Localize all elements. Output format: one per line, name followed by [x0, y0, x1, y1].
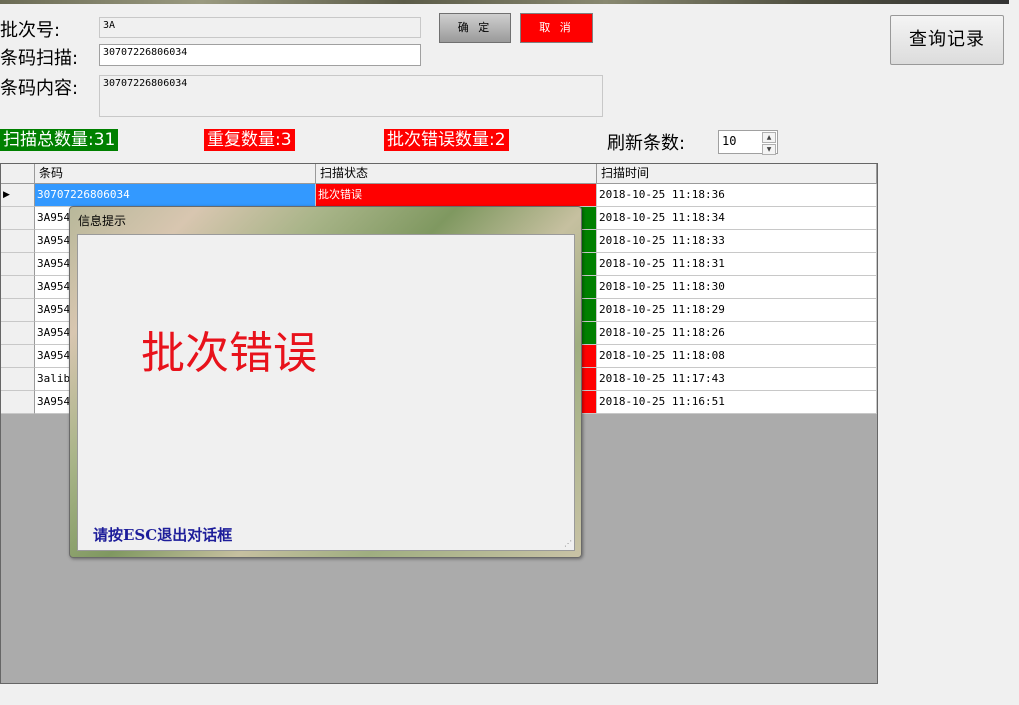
cell-time[interactable]: 2018-10-25 11:18:08: [597, 345, 877, 368]
row-header-corner: [1, 164, 35, 183]
cell-time[interactable]: 2018-10-25 11:17:43: [597, 368, 877, 391]
cell-time[interactable]: 2018-10-25 11:18:26: [597, 322, 877, 345]
window-bottom-strip: [0, 685, 1019, 705]
window-top-strip: [0, 0, 1009, 4]
row-header[interactable]: [1, 276, 35, 299]
refresh-count-label: 刷新条数:: [607, 133, 686, 154]
batch-error-count: 批次错误数量:2: [384, 129, 509, 151]
barcode-scan-input[interactable]: 30707226806034: [99, 44, 421, 66]
barcode-content-field[interactable]: 30707226806034: [99, 75, 603, 117]
table-row[interactable]: ▶ 30707226806034 批次错误 2018-10-25 11:18:36: [1, 184, 877, 207]
cell-barcode[interactable]: 30707226806034: [35, 184, 316, 207]
total-scan-count: 扫描总数量:31: [0, 129, 119, 151]
cell-time[interactable]: 2018-10-25 11:18:30: [597, 276, 877, 299]
resize-grip-icon[interactable]: ⋰: [564, 540, 572, 548]
row-header[interactable]: [1, 299, 35, 322]
cell-status[interactable]: 批次错误: [316, 184, 597, 207]
duplicate-count: 重复数量:3: [204, 129, 295, 151]
column-header-barcode[interactable]: 条码: [35, 164, 316, 183]
row-header[interactable]: [1, 391, 35, 414]
row-header[interactable]: [1, 207, 35, 230]
content-label: 条码内容:: [0, 78, 79, 99]
row-header[interactable]: [1, 253, 35, 276]
refresh-count-stepper[interactable]: 10 ▲ ▼: [718, 130, 778, 155]
cell-time[interactable]: 2018-10-25 11:18:34: [597, 207, 877, 230]
row-header[interactable]: [1, 322, 35, 345]
cell-time[interactable]: 2018-10-25 11:16:51: [597, 391, 877, 414]
batch-label: 批次号:: [0, 20, 61, 41]
row-header[interactable]: [1, 230, 35, 253]
dialog-hint: 请按ESC退出对话框: [93, 526, 233, 544]
dialog-message: 批次错误: [141, 328, 317, 379]
column-header-status[interactable]: 扫描状态: [316, 164, 597, 183]
confirm-button[interactable]: 确 定: [439, 13, 511, 43]
row-header[interactable]: ▶: [1, 184, 35, 207]
batch-field[interactable]: 3A: [99, 17, 421, 38]
current-row-arrow-icon: ▶: [3, 190, 10, 200]
scan-label: 条码扫描:: [0, 48, 79, 69]
row-header[interactable]: [1, 345, 35, 368]
cancel-button[interactable]: 取 消: [520, 13, 593, 43]
stepper-down-arrow-icon[interactable]: ▼: [762, 144, 776, 155]
dialog-body: 批次错误 请按ESC退出对话框 ⋰: [77, 234, 575, 551]
stepper-up-arrow-icon[interactable]: ▲: [762, 132, 776, 143]
cell-time[interactable]: 2018-10-25 11:18:29: [597, 299, 877, 322]
cell-time[interactable]: 2018-10-25 11:18:36: [597, 184, 877, 207]
grid-header: 条码 扫描状态 扫描时间: [1, 164, 877, 184]
query-records-button[interactable]: 查询记录: [890, 15, 1004, 65]
cell-time[interactable]: 2018-10-25 11:18:31: [597, 253, 877, 276]
info-dialog[interactable]: 信息提示 批次错误 请按ESC退出对话框 ⋰: [69, 206, 582, 558]
dialog-title: 信息提示: [78, 214, 127, 228]
cell-time[interactable]: 2018-10-25 11:18:33: [597, 230, 877, 253]
row-header[interactable]: [1, 368, 35, 391]
refresh-count-value: 10: [722, 134, 737, 148]
column-header-time[interactable]: 扫描时间: [597, 164, 877, 183]
